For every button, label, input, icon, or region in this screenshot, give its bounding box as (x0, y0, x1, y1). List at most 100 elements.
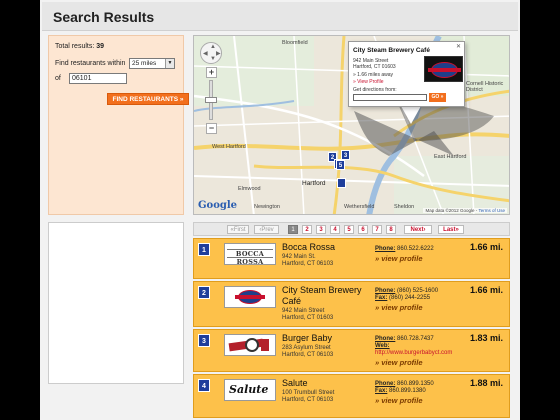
page-button-current[interactable]: 1 (288, 225, 298, 234)
terms-of-use-link[interactable]: Terms of Use (478, 208, 505, 213)
map-marker[interactable]: 5 (336, 160, 345, 170)
city-steam-logo (235, 290, 265, 304)
restaurant-logo[interactable]: BOCCA ROSSA (224, 243, 276, 265)
page-button[interactable]: 4 (330, 225, 340, 234)
page: Search Results Total results: 39 Find re… (40, 0, 520, 420)
page-button[interactable]: 3 (316, 225, 326, 234)
info-window-title: City Steam Brewery Café (353, 47, 430, 54)
restaurant-address: 283 Asylum Street (282, 345, 331, 351)
map-label: Elmwood (238, 186, 261, 192)
phone-label: Phone: (375, 288, 396, 294)
phone-value: (860) 525-1600 (397, 288, 439, 294)
map-label: Hartford (302, 180, 326, 187)
restaurant-name[interactable]: Bocca Rossa (282, 242, 374, 253)
map-copyright: Map data ©2012 Google - Terms of Use (423, 208, 507, 213)
result-row[interactable]: 4 Salute Salute 100 Trumbull Street Hart… (193, 374, 510, 418)
map[interactable]: ▲ ▼ ◀ ▶ + − West Hartford Hartford Elmwo… (193, 35, 510, 215)
restaurant-city: Hartford, CT 06103 (282, 352, 334, 358)
restaurant-logo[interactable]: Salute (224, 379, 276, 401)
phone-value: 860.728.7437 (397, 336, 434, 342)
phone-value: 860.899.1350 (397, 381, 434, 387)
within-label: Find restaurants within (55, 60, 126, 67)
pagination: «First ‹Prev 1 2 3 4 5 6 7 8 Next› Last» (193, 222, 510, 236)
restaurant-phone: Phone: 860.899.1350 (375, 381, 434, 388)
zoom-out-button[interactable]: − (206, 123, 217, 134)
zoom-slider[interactable] (205, 80, 217, 120)
restaurant-fax: Fax: 860.899.1380 (375, 388, 426, 395)
fax-label: Fax: (375, 295, 388, 301)
phone-label: Phone: (375, 381, 396, 387)
bocca-rossa-logo: BOCCA ROSSA (227, 249, 273, 264)
google-logo[interactable]: Google (198, 200, 237, 211)
directions-input[interactable] (353, 94, 427, 101)
page-button[interactable]: 2 (302, 225, 312, 234)
page-button[interactable]: 6 (358, 225, 368, 234)
page-button[interactable]: 7 (372, 225, 382, 234)
restaurant-logo[interactable] (224, 334, 276, 356)
restaurant-name[interactable]: Burger Baby (282, 333, 374, 344)
restaurant-phone: Phone: 860.728.7437 (375, 336, 434, 343)
view-profile-link[interactable]: » view profile (375, 358, 423, 367)
pan-control[interactable]: ▲ ▼ ◀ ▶ (200, 42, 222, 64)
map-marker[interactable] (337, 178, 346, 188)
map-label: Wethersfield (344, 204, 375, 210)
fax-value: 860.899.1380 (389, 388, 426, 394)
page-header: Search Results (42, 2, 518, 31)
find-restaurants-button[interactable]: FIND RESTAURANTS » (107, 93, 189, 105)
zoom-control[interactable]: ▲ ▼ ◀ ▶ + − (200, 42, 222, 134)
radius-select[interactable]: 25 miles ▼ (129, 58, 175, 69)
restaurant-distance: 1.66 mi. (470, 285, 504, 295)
view-profile-link[interactable]: » view profile (375, 303, 423, 312)
map-copyright-text: Map data ©2012 Google - (425, 208, 479, 213)
map-label: West Hartford (212, 144, 246, 150)
restaurant-name[interactable]: City Steam Brewery Café (282, 285, 374, 307)
radius-value: 25 miles (132, 60, 157, 67)
zoom-in-button[interactable]: + (206, 67, 217, 78)
zoom-slider-knob[interactable] (205, 97, 217, 103)
result-number: 4 (198, 379, 210, 392)
zip-input[interactable]: 06101 (69, 73, 127, 84)
info-directions-label: Get directions from: (353, 87, 397, 93)
search-panel: Total results: 39 Find restaurants withi… (48, 35, 189, 215)
page-button[interactable]: 8 (386, 225, 396, 234)
burger-baby-logo-circle (245, 338, 259, 352)
web-label: Web: (375, 343, 390, 349)
phone-label: Phone: (375, 336, 396, 342)
page-title: Search Results (53, 9, 155, 25)
map-label: Sheldon (394, 204, 415, 210)
info-view-profile-link[interactable]: » View Profile (353, 79, 383, 85)
restaurant-web-label: Web: (375, 343, 390, 350)
restaurant-name[interactable]: Salute (282, 378, 374, 389)
phone-value: 860.522.6222 (397, 246, 434, 252)
restaurant-phone: Phone: (860) 525-1600 (375, 288, 438, 295)
restaurant-logo[interactable] (224, 286, 276, 308)
next-page-button[interactable]: Next› (404, 225, 432, 234)
first-page-button[interactable]: «First (227, 225, 249, 234)
view-profile-link[interactable]: » view profile (375, 396, 423, 405)
restaurant-distance: 1.88 mi. (470, 378, 504, 388)
page-button[interactable]: 5 (344, 225, 354, 234)
result-row[interactable]: 3 Burger Baby 283 Asylum Street Hartford… (193, 329, 510, 372)
result-row[interactable]: 1 BOCCA ROSSA Bocca Rossa 942 Main St. H… (193, 238, 510, 279)
close-icon[interactable]: ✕ (456, 43, 461, 50)
view-profile-link[interactable]: » view profile (375, 254, 423, 263)
restaurant-address: 942 Main Street (282, 308, 325, 314)
result-row[interactable]: 2 City Steam Brewery Café 942 Main Stree… (193, 281, 510, 327)
result-number: 2 (198, 286, 210, 299)
restaurant-distance: 1.83 mi. (470, 333, 504, 343)
city-steam-logo (424, 56, 463, 82)
restaurant-fax: Fax: (860) 244-2255 (375, 295, 430, 302)
chevron-down-icon[interactable]: ▼ (165, 59, 174, 68)
restaurant-website-link[interactable]: http://www.burgerbabyct.com (375, 350, 452, 357)
map-label: East Hartford (434, 154, 467, 160)
total-results: Total results: 39 (55, 43, 104, 50)
directions-go-button[interactable]: GO » (429, 93, 446, 102)
prev-page-button[interactable]: ‹Prev (254, 225, 279, 234)
restaurant-city: Hartford, CT 06103 (282, 397, 334, 403)
total-results-value: 39 (96, 43, 105, 50)
result-number: 1 (198, 243, 210, 256)
last-page-button[interactable]: Last» (438, 225, 464, 234)
restaurant-city: Hartford, CT 01603 (282, 315, 334, 321)
result-number: 3 (198, 334, 210, 347)
map-label: Newington (254, 204, 280, 210)
